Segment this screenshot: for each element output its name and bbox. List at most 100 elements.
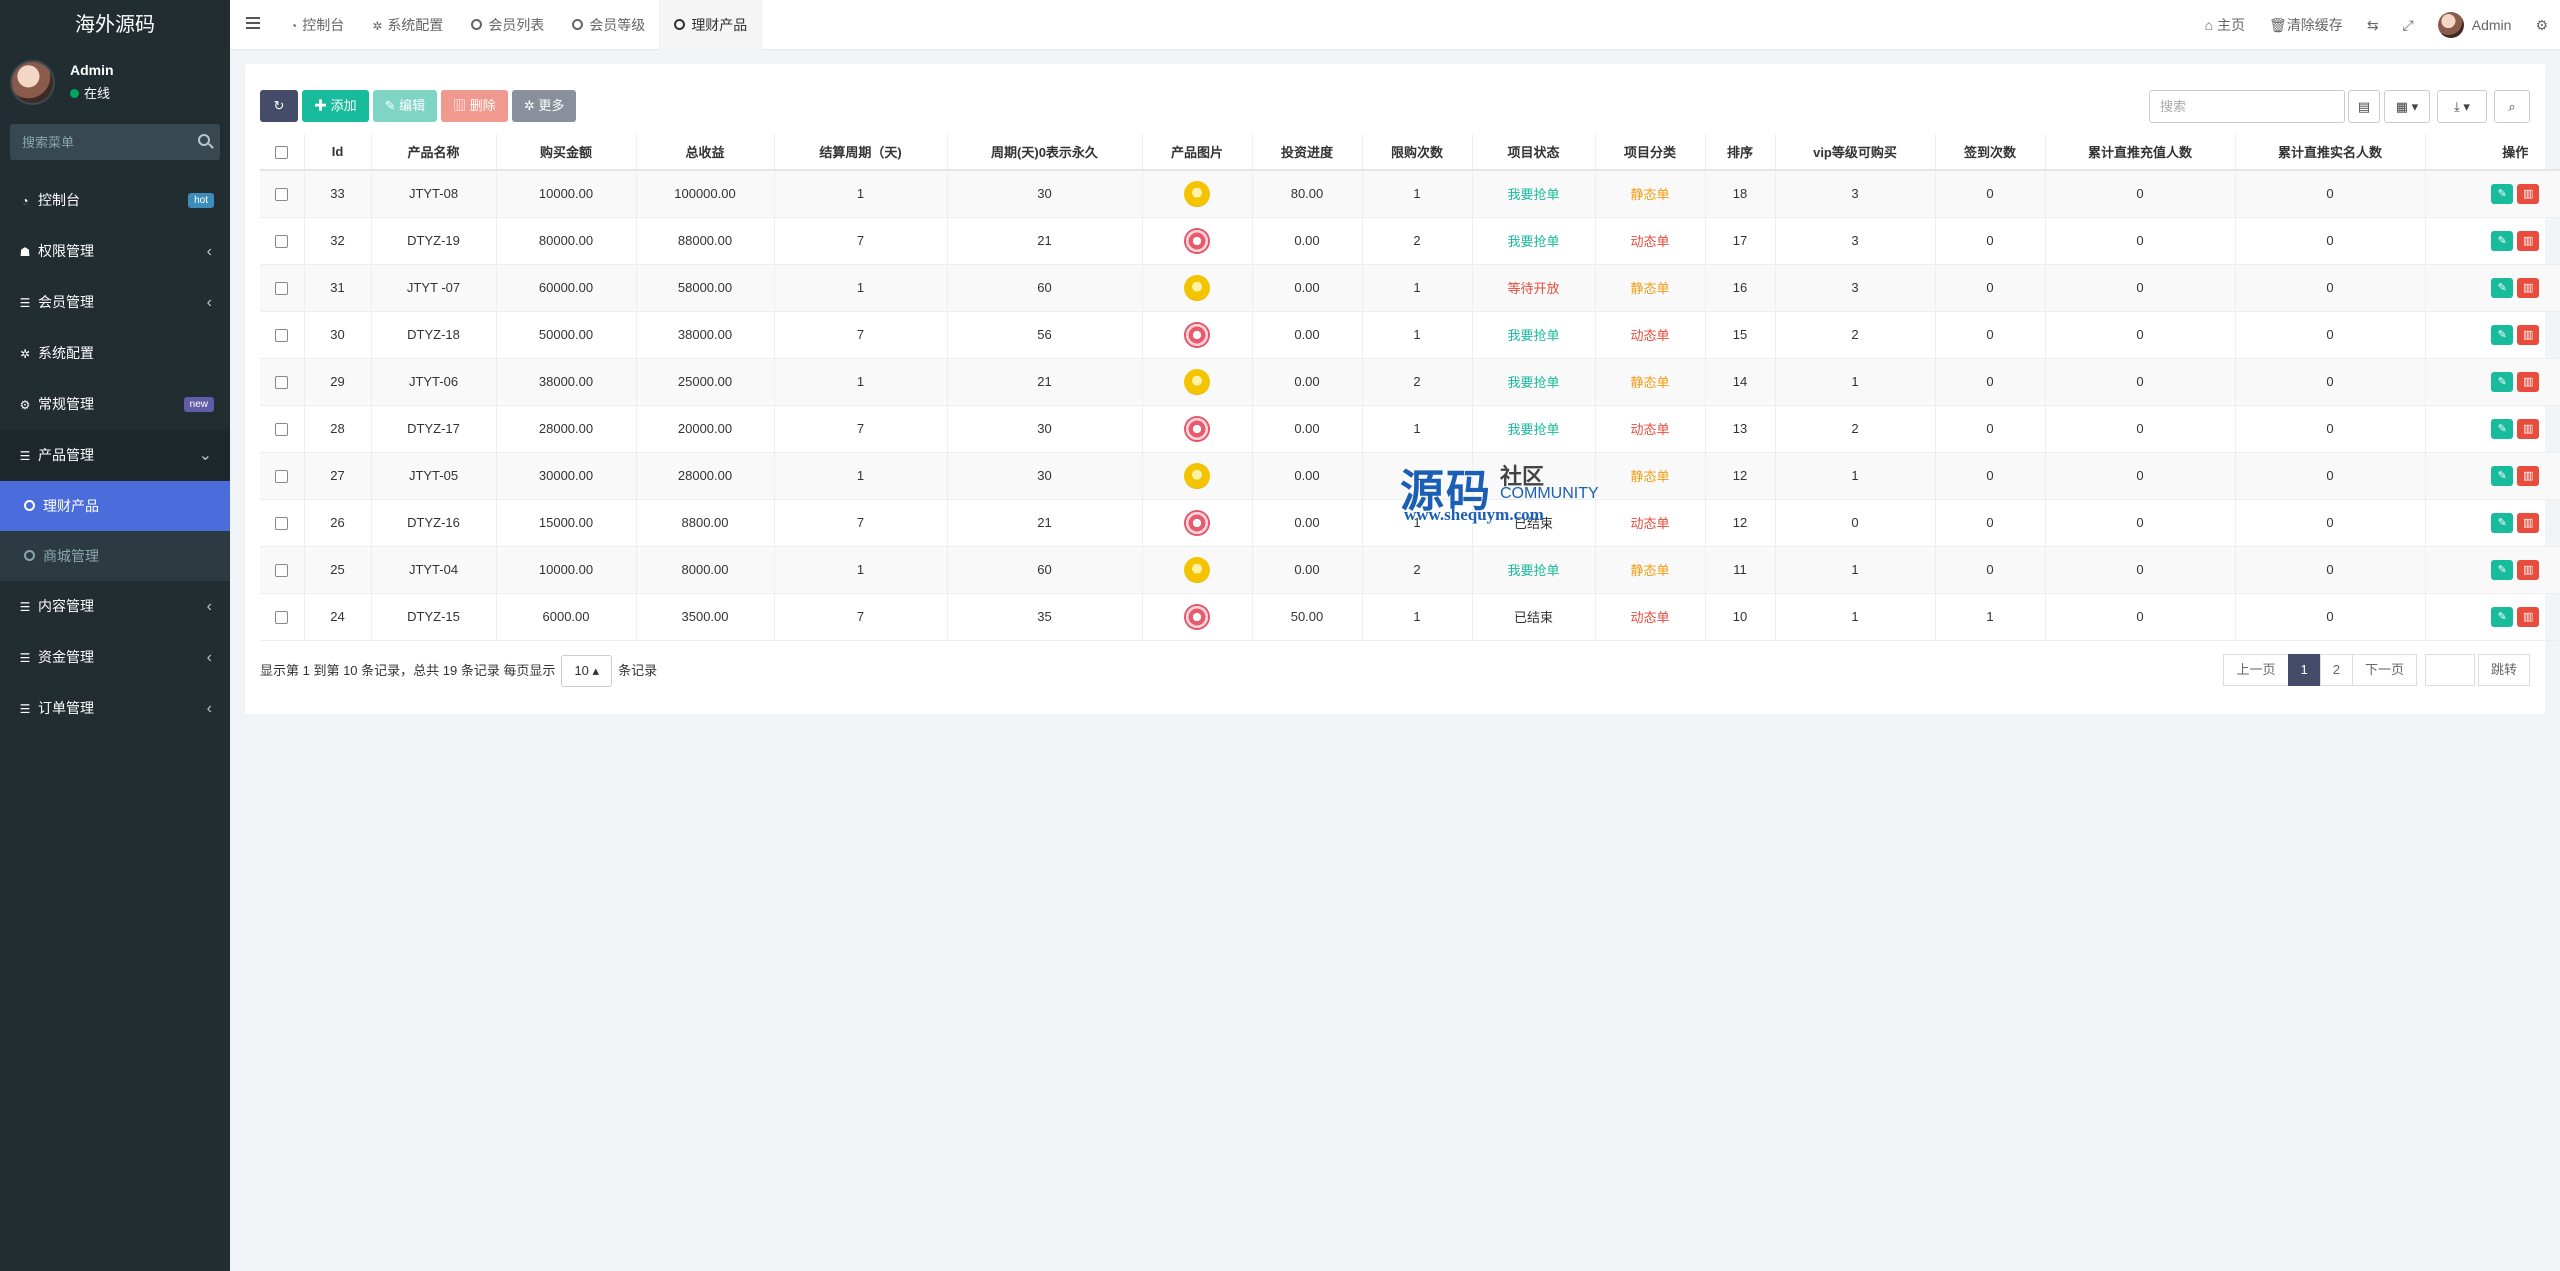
row-edit-icon[interactable]: ✎ — [2491, 512, 2514, 533]
add-button[interactable]: ✚ 添加 — [302, 90, 369, 122]
cell-value[interactable]: 已结束 — [1514, 610, 1553, 625]
column-header[interactable]: 结算周期（天) — [774, 134, 948, 171]
column-header[interactable]: 限购次数 — [1362, 134, 1473, 171]
tab-member-list[interactable]: 会员列表 — [457, 0, 558, 50]
export-button[interactable]: ⤓ ▾ — [2437, 90, 2487, 123]
sidebar-item-system-config[interactable]: ✲ 系统配置 — [0, 328, 230, 379]
column-header[interactable]: 项目分类 — [1595, 134, 1706, 171]
home-link[interactable]: ⌂ 主页 — [2193, 0, 2257, 50]
sidebar-item-members[interactable]: ☰ 会员管理 ‹ — [0, 277, 230, 328]
row-delete-icon[interactable]: ▥ — [2517, 277, 2540, 298]
row-checkbox[interactable] — [275, 282, 289, 296]
row-checkbox[interactable] — [275, 329, 289, 343]
cell-value[interactable]: 动态单 — [1630, 610, 1669, 625]
row-checkbox[interactable] — [275, 517, 289, 531]
cell-value[interactable]: 我要抢单 — [1507, 234, 1559, 249]
row-delete-icon[interactable]: ▥ — [2517, 418, 2540, 439]
refresh-button[interactable]: ↻ — [260, 90, 298, 122]
cell-value[interactable]: 我要抢单 — [1507, 375, 1559, 390]
tab-member-level[interactable]: 会员等级 — [558, 0, 659, 50]
row-edit-icon[interactable]: ✎ — [2491, 559, 2514, 580]
product-image[interactable] — [1184, 603, 1210, 630]
row-delete-icon[interactable]: ▥ — [2517, 606, 2540, 627]
product-image[interactable] — [1184, 274, 1210, 301]
cell-value[interactable]: 静态单 — [1630, 563, 1669, 578]
column-header[interactable]: vip等级可购买 — [1775, 134, 1936, 171]
cell-value[interactable]: 动态单 — [1630, 422, 1669, 437]
product-image[interactable] — [1184, 462, 1210, 489]
cell-value[interactable]: 我要抢单 — [1507, 328, 1559, 343]
row-checkbox[interactable] — [275, 423, 289, 437]
sidebar-item-dashboard[interactable]: ◔ 控制台 hot — [0, 175, 230, 226]
fullscreen-icon[interactable]: ⤢ — [2391, 0, 2426, 50]
row-checkbox[interactable] — [275, 470, 289, 484]
row-delete-icon[interactable]: ▥ — [2517, 465, 2540, 486]
cell-value[interactable]: 静态单 — [1630, 281, 1669, 296]
next-page-button[interactable]: 下一页 — [2351, 654, 2417, 686]
jump-button[interactable]: 跳转 — [2477, 654, 2530, 686]
menu-toggle-icon[interactable] — [246, 17, 260, 29]
cell-value[interactable]: 我要抢单 — [1507, 563, 1559, 578]
settings-icon[interactable]: ⚙ — [2523, 0, 2560, 50]
column-header[interactable]: 周期(天)0表示永久 — [947, 134, 1143, 171]
select-all-checkbox[interactable] — [275, 146, 289, 160]
sidebar-item-funds[interactable]: ☰ 资金管理 ‹ — [0, 632, 230, 683]
tab-wealth-products[interactable]: 理财产品 — [659, 0, 763, 50]
language-icon[interactable]: ⇆ — [2355, 0, 2391, 50]
row-edit-icon[interactable]: ✎ — [2491, 324, 2514, 345]
column-header[interactable]: 投资进度 — [1252, 134, 1363, 171]
row-edit-icon[interactable]: ✎ — [2491, 606, 2514, 627]
row-delete-icon[interactable]: ▥ — [2517, 512, 2540, 533]
column-header[interactable]: 排序 — [1705, 134, 1776, 171]
column-header[interactable]: 购买金额 — [496, 134, 637, 171]
column-header[interactable]: 累计直推实名人数 — [2235, 134, 2426, 171]
product-image[interactable] — [1184, 227, 1210, 254]
columns-button[interactable]: ▦ ▾ — [2384, 90, 2430, 123]
cell-value[interactable]: 动态单 — [1630, 328, 1669, 343]
sidebar-subitem-wealth-products[interactable]: 理财产品 — [0, 481, 230, 531]
row-delete-icon[interactable]: ▥ — [2517, 183, 2540, 204]
row-checkbox[interactable] — [275, 188, 289, 202]
column-header[interactable]: 操作 — [2425, 134, 2560, 171]
product-image[interactable] — [1184, 321, 1210, 348]
toggle-view-button[interactable]: ▤ — [2348, 90, 2380, 123]
cell-value[interactable]: 静态单 — [1630, 375, 1669, 390]
row-delete-icon[interactable]: ▥ — [2517, 230, 2540, 251]
row-edit-icon[interactable]: ✎ — [2491, 371, 2514, 392]
row-edit-icon[interactable]: ✎ — [2491, 465, 2514, 486]
column-header[interactable]: 累计直推充值人数 — [2045, 134, 2236, 171]
cell-value[interactable]: 动态单 — [1630, 516, 1669, 531]
column-header[interactable]: 产品名称 — [371, 134, 497, 171]
jump-page-input[interactable] — [2424, 654, 2475, 686]
tab-dashboard[interactable]: ◔ 控制台 — [276, 0, 358, 50]
cell-value[interactable]: 静态单 — [1630, 187, 1669, 202]
column-header[interactable]: 总收益 — [636, 134, 775, 171]
page-size-select[interactable]: 10 ▴ — [561, 655, 613, 687]
column-header[interactable]: 签到次数 — [1935, 134, 2046, 171]
product-image[interactable] — [1184, 415, 1210, 442]
row-edit-icon[interactable]: ✎ — [2491, 183, 2514, 204]
column-header[interactable]: 产品图片 — [1142, 134, 1253, 171]
row-checkbox[interactable] — [275, 235, 289, 249]
page-button[interactable]: 2 — [2319, 654, 2353, 686]
common-search-button[interactable]: ⌕ — [2494, 90, 2530, 123]
admin-menu[interactable]: Admin — [2426, 0, 2524, 50]
row-delete-icon[interactable]: ▥ — [2517, 324, 2540, 345]
cell-value[interactable]: 静态单 — [1630, 469, 1669, 484]
row-edit-icon[interactable]: ✎ — [2491, 230, 2514, 251]
sidebar-item-products[interactable]: ☰ 产品管理 ⌄ — [0, 430, 230, 481]
table-search-input[interactable] — [2149, 90, 2345, 123]
sidebar-item-general[interactable]: ⚙ 常规管理 new — [0, 379, 230, 430]
search-icon[interactable] — [198, 134, 210, 146]
prev-page-button[interactable]: 上一页 — [2223, 654, 2289, 686]
product-image[interactable] — [1184, 180, 1210, 207]
row-checkbox[interactable] — [275, 564, 289, 578]
sidebar-subitem-mall[interactable]: 商城管理 — [0, 531, 230, 581]
row-delete-icon[interactable]: ▥ — [2517, 559, 2540, 580]
product-image[interactable] — [1184, 368, 1210, 395]
sidebar-search-input[interactable] — [10, 124, 220, 160]
cell-value[interactable]: 动态单 — [1630, 234, 1669, 249]
sidebar-item-content[interactable]: ☰ 内容管理 ‹ — [0, 581, 230, 632]
row-edit-icon[interactable]: ✎ — [2491, 418, 2514, 439]
delete-button[interactable]: ▥ 删除 — [441, 90, 508, 122]
